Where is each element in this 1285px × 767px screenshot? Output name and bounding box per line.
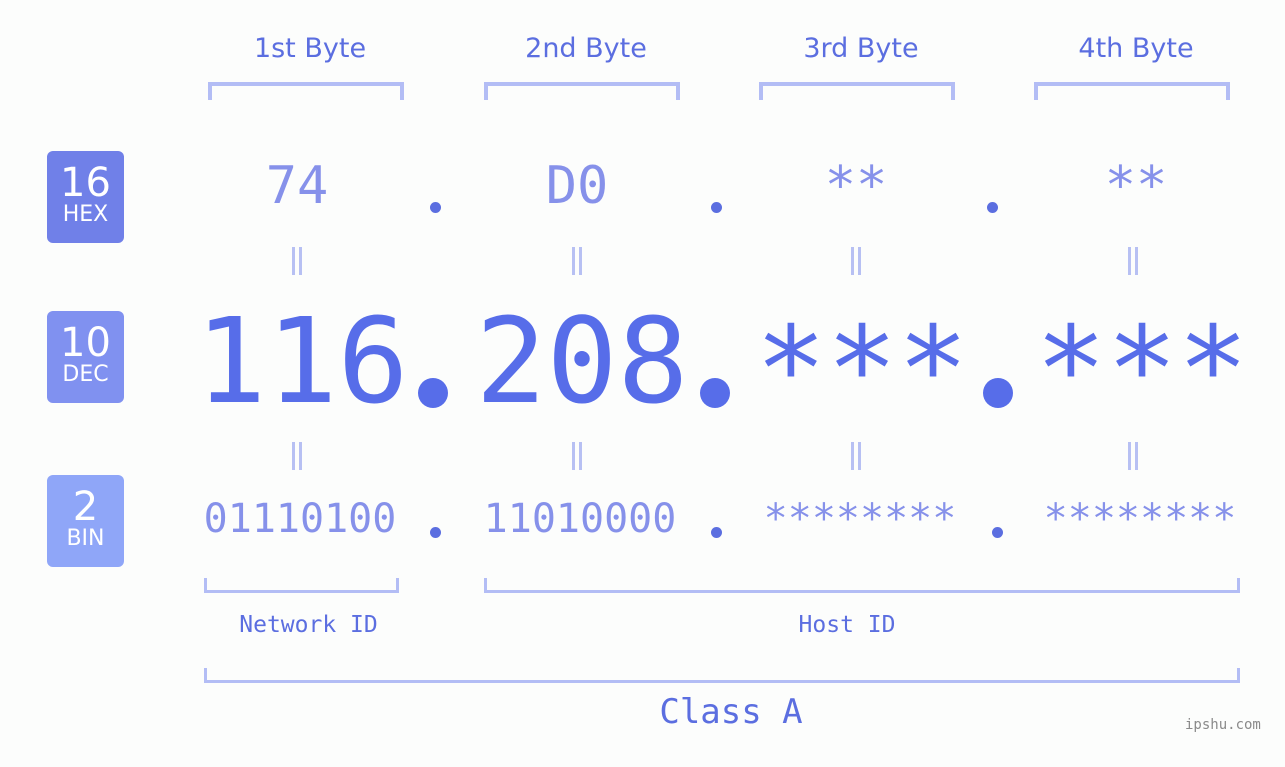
equals-icon xyxy=(292,442,302,470)
byte-header-1: 1st Byte xyxy=(253,33,367,64)
hex-dot-2 xyxy=(711,202,722,213)
hex-label: HEX xyxy=(62,202,109,227)
dec-dot-2 xyxy=(700,378,730,408)
class-bracket xyxy=(204,668,1240,683)
byte-bracket-2 xyxy=(484,82,680,100)
hex-base: 16 xyxy=(60,160,111,206)
dec-label: DEC xyxy=(62,362,109,387)
byte-bracket-3 xyxy=(759,82,955,100)
byte-bracket-4 xyxy=(1034,82,1230,100)
equals-icon xyxy=(1128,442,1138,470)
bin-byte-4: ******** xyxy=(1043,496,1237,542)
bin-dot-3 xyxy=(992,527,1003,538)
bin-dot-2 xyxy=(711,527,722,538)
bin-dot-1 xyxy=(430,527,441,538)
equals-icon xyxy=(572,247,582,275)
host-id-label: Host ID xyxy=(798,612,896,638)
byte-header-4: 4th Byte xyxy=(1078,33,1194,64)
dec-base: 10 xyxy=(60,320,111,366)
dec-byte-4: *** xyxy=(1035,300,1249,438)
dec-byte-3: *** xyxy=(755,300,969,438)
bin-badge: 2 BIN xyxy=(47,475,124,567)
dec-badge: 10 DEC xyxy=(47,311,124,403)
equals-icon xyxy=(851,442,861,470)
dec-dot-3 xyxy=(983,378,1013,408)
class-label: Class A xyxy=(659,692,803,732)
hex-byte-4: ** xyxy=(1104,156,1168,216)
hex-badge: 16 HEX xyxy=(47,151,124,243)
byte-bracket-1 xyxy=(208,82,404,100)
hex-byte-1: 74 xyxy=(265,156,329,216)
dec-dot-1 xyxy=(418,378,448,408)
equals-icon xyxy=(292,247,302,275)
network-id-label: Network ID xyxy=(239,612,378,638)
equals-icon xyxy=(1128,247,1138,275)
equals-icon xyxy=(572,442,582,470)
hex-byte-2: D0 xyxy=(545,156,609,216)
byte-header-2: 2nd Byte xyxy=(525,33,647,64)
dec-byte-2: 208 xyxy=(475,292,689,430)
byte-header-3: 3rd Byte xyxy=(803,33,919,64)
bin-byte-3: ******** xyxy=(763,496,957,542)
dec-byte-1: 116 xyxy=(195,292,409,430)
hex-dot-1 xyxy=(430,202,441,213)
bin-label: BIN xyxy=(66,526,105,551)
hex-byte-3: ** xyxy=(824,156,888,216)
watermark: ipshu.com xyxy=(1185,717,1261,733)
host-bracket xyxy=(484,578,1240,593)
hex-dot-3 xyxy=(987,202,998,213)
bin-base: 2 xyxy=(72,484,99,530)
equals-icon xyxy=(851,247,861,275)
bin-byte-1: 01110100 xyxy=(203,496,397,542)
bin-byte-2: 11010000 xyxy=(483,496,677,542)
network-bracket xyxy=(204,578,399,593)
